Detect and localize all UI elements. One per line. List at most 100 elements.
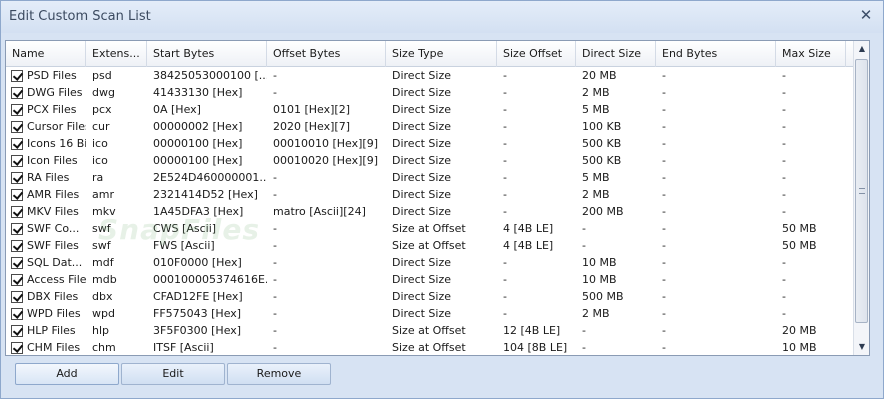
enabled-checkbox[interactable] <box>11 205 23 218</box>
cell-start-bytes: 41433130 [Hex] <box>153 86 243 99</box>
cell-size-type: Direct Size <box>392 307 452 320</box>
table-row[interactable]: PCX Files pcx 0A [Hex] 0101 [Hex][2] Direct … <box>6 101 854 118</box>
cell-size-type: Size at Offset <box>392 239 466 252</box>
table-row[interactable]: MKV Files mkv 1A45DFA3 [Hex] matro [Ascii][… <box>6 203 854 220</box>
table-row[interactable]: DBX Files dbx CFAD12FE [Hex] - Direct Size - 5… <box>6 288 854 305</box>
cell-name: HLP Files <box>6 322 86 339</box>
cell-offset-bytes: - <box>273 171 277 184</box>
enabled-checkbox[interactable] <box>11 103 23 116</box>
cell-name: Access File <box>6 271 86 288</box>
cell-max-size: 20 MB <box>782 324 817 337</box>
enabled-checkbox[interactable] <box>11 341 23 354</box>
scroll-down-icon[interactable]: ▼ <box>854 339 870 355</box>
cell-start-bytes: 1A45DFA3 [Hex] <box>153 205 244 218</box>
column-header-direct-size[interactable]: Direct Size <box>576 41 656 67</box>
cell-max-size: - <box>782 120 786 133</box>
table-row[interactable]: HLP Files hlp 3F5F0300 [Hex] - Size at Offse… <box>6 322 854 339</box>
cell-end-bytes: - <box>662 256 666 269</box>
table-row[interactable]: SWF Co... swf CWS [Ascii] - Size at Offset 4 … <box>6 220 854 237</box>
cell-name: PCX Files <box>6 101 86 118</box>
row-name-label: CHM Files <box>27 341 81 354</box>
scrollbar-thumb[interactable] <box>855 59 868 323</box>
cell-size-offset: - <box>503 171 507 184</box>
enabled-checkbox[interactable] <box>11 137 23 150</box>
cell-max-size: - <box>782 103 786 116</box>
table-row[interactable]: Cursor Files cur 00000002 [Hex] 2020 [Hex][… <box>6 118 854 135</box>
cell-name: PSD Files <box>6 67 86 84</box>
table-row[interactable]: PSD Files psd 38425053000100 [... - Direct S… <box>6 67 854 84</box>
cell-size-offset: - <box>503 137 507 150</box>
cell-name: SWF Co... <box>6 220 86 237</box>
cell-direct-size: - <box>582 222 586 235</box>
cell-max-size: - <box>782 307 786 320</box>
column-header-size-type[interactable]: Size Type <box>386 41 497 67</box>
cell-direct-size: 10 MB <box>582 273 617 286</box>
enabled-checkbox[interactable] <box>11 290 23 303</box>
cell-name: WPD Files <box>6 305 86 322</box>
table-row[interactable]: CHM Files chm ITSF [Ascii] - Size at Offset 1… <box>6 339 854 356</box>
cell-extension: psd <box>92 69 112 82</box>
cell-name: CHM Files <box>6 339 86 356</box>
edit-custom-scan-list-dialog: Edit Custom Scan List ✕ Name Extens... S… <box>0 0 884 399</box>
table-row[interactable]: SQL Dat... mdf 010F0000 [Hex] - Direct Size -… <box>6 254 854 271</box>
cell-end-bytes: - <box>662 69 666 82</box>
row-name-label: PCX Files <box>27 103 77 116</box>
cell-direct-size: 2 MB <box>582 188 610 201</box>
cell-direct-size: 500 MB <box>582 290 624 303</box>
cell-max-size: - <box>782 205 786 218</box>
table-row[interactable]: Access File mdb 000100005374616E... - Direct… <box>6 271 854 288</box>
grip-icon <box>859 188 865 194</box>
table-row[interactable]: SWF Files swf FWS [Ascii] - Size at Offset 4 … <box>6 237 854 254</box>
column-header-size-offset[interactable]: Size Offset <box>497 41 576 67</box>
cell-extension: dwg <box>92 86 115 99</box>
cell-extension: mdf <box>92 256 114 269</box>
cell-start-bytes: ITSF [Ascii] <box>153 341 214 354</box>
enabled-checkbox[interactable] <box>11 69 23 82</box>
column-header-offset-bytes[interactable]: Offset Bytes <box>267 41 386 67</box>
cell-size-type: Direct Size <box>392 290 452 303</box>
edit-button[interactable]: Edit <box>121 363 225 385</box>
scroll-up-icon[interactable]: ▲ <box>854 41 870 57</box>
add-button[interactable]: Add <box>15 363 119 385</box>
cell-start-bytes: FWS [Ascii] <box>153 239 215 252</box>
table-row[interactable]: RA Files ra 2E524D460000001... - Direct Size… <box>6 169 854 186</box>
enabled-checkbox[interactable] <box>11 256 23 269</box>
table-row[interactable]: AMR Files amr 2321414D52 [Hex] - Direct Size… <box>6 186 854 203</box>
enabled-checkbox[interactable] <box>11 171 23 184</box>
enabled-checkbox[interactable] <box>11 86 23 99</box>
column-header-max-size[interactable]: Max Size <box>776 41 846 67</box>
cell-direct-size: 10 MB <box>582 256 617 269</box>
cell-start-bytes: 3F5F0300 [Hex] <box>153 324 242 337</box>
cell-size-offset: - <box>503 290 507 303</box>
remove-button[interactable]: Remove <box>227 363 331 385</box>
title-bar: Edit Custom Scan List ✕ <box>1 1 883 33</box>
column-header-name[interactable]: Name <box>6 41 86 67</box>
table-row[interactable]: DWG Files dwg 41433130 [Hex] - Direct Size - 2… <box>6 84 854 101</box>
column-header-start-bytes[interactable]: Start Bytes <box>147 41 267 67</box>
column-header-end-bytes[interactable]: End Bytes <box>656 41 776 67</box>
enabled-checkbox[interactable] <box>11 307 23 320</box>
list-header: Name Extens... Start Bytes Offset Bytes … <box>6 41 854 67</box>
cell-direct-size: - <box>582 239 586 252</box>
enabled-checkbox[interactable] <box>11 188 23 201</box>
column-header-extension[interactable]: Extens... <box>86 41 147 67</box>
cell-size-offset: - <box>503 103 507 116</box>
enabled-checkbox[interactable] <box>11 239 23 252</box>
enabled-checkbox[interactable] <box>11 120 23 133</box>
table-row[interactable]: WPD Files wpd FF575043 [Hex] - Direct Size - 2… <box>6 305 854 322</box>
cell-end-bytes: - <box>662 222 666 235</box>
cell-direct-size: 20 MB <box>582 69 617 82</box>
cell-start-bytes: 2E524D460000001... <box>153 171 267 184</box>
cell-end-bytes: - <box>662 120 666 133</box>
enabled-checkbox[interactable] <box>11 222 23 235</box>
cell-offset-bytes: - <box>273 324 277 337</box>
enabled-checkbox[interactable] <box>11 154 23 167</box>
cell-extension: amr <box>92 188 114 201</box>
table-row[interactable]: Icon Files ico 00000100 [Hex] 00010020 [Hex… <box>6 152 854 169</box>
table-row[interactable]: Icons 16 Bit ico 00000100 [Hex] 00010010 [H… <box>6 135 854 152</box>
enabled-checkbox[interactable] <box>11 324 23 337</box>
vertical-scrollbar[interactable]: ▲ ▼ <box>853 41 869 355</box>
enabled-checkbox[interactable] <box>11 273 23 286</box>
close-icon[interactable]: ✕ <box>859 8 873 23</box>
cell-offset-bytes: - <box>273 188 277 201</box>
